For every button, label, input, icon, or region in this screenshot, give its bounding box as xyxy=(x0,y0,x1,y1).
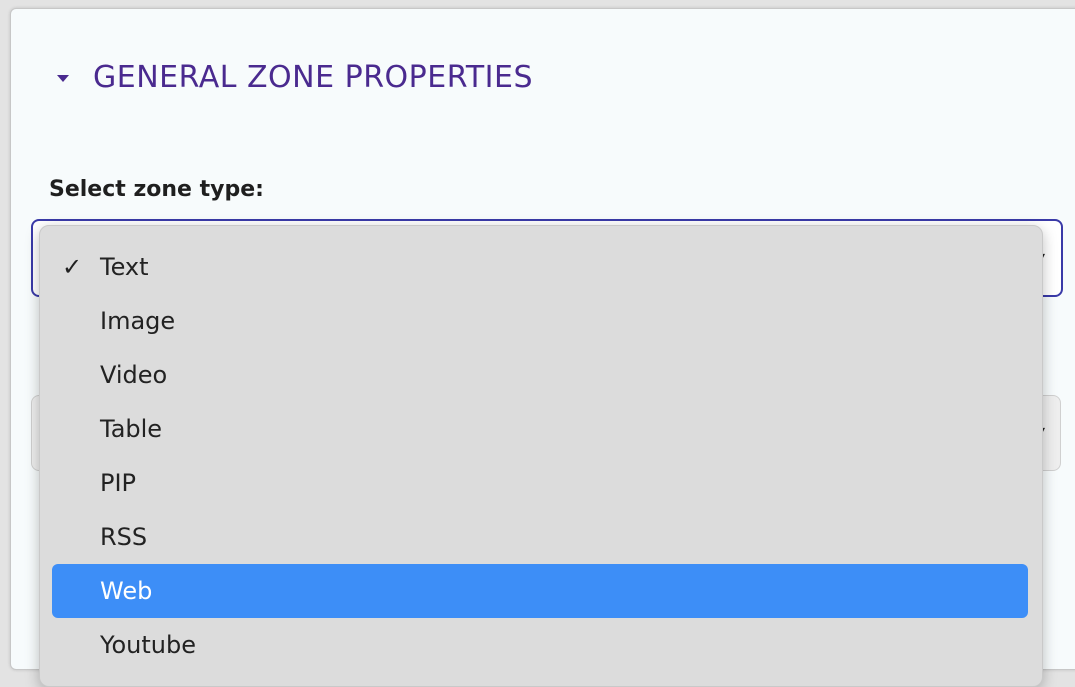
option-image[interactable]: Image xyxy=(52,294,1028,348)
option-label: Video xyxy=(100,361,168,389)
caret-down-icon xyxy=(57,74,69,82)
option-web[interactable]: Web xyxy=(52,564,1028,618)
option-rss[interactable]: RSS xyxy=(52,510,1028,564)
option-table[interactable]: Table xyxy=(52,402,1028,456)
option-label: Table xyxy=(100,415,163,443)
section-toggle[interactable]: GENERAL ZONE PROPERTIES xyxy=(57,57,533,97)
option-pip[interactable]: PIP xyxy=(52,456,1028,510)
option-label: Image xyxy=(100,307,176,335)
zone-type-label: Select zone type: xyxy=(49,177,264,202)
option-label: Web xyxy=(100,577,153,605)
zone-properties-panel: GENERAL ZONE PROPERTIES Select zone type… xyxy=(10,8,1075,687)
option-label: Youtube xyxy=(100,631,196,659)
checkmark-icon: ✓ xyxy=(62,253,83,281)
option-label: RSS xyxy=(100,523,148,551)
option-youtube[interactable]: Youtube xyxy=(52,618,1028,672)
option-video[interactable]: Video xyxy=(52,348,1028,402)
option-label: Text xyxy=(100,253,149,281)
option-label: PIP xyxy=(100,469,137,497)
zone-type-dropdown-menu: ✓ Text Image Video Table PIP RSS Web You… xyxy=(39,225,1043,687)
option-text[interactable]: ✓ Text xyxy=(52,240,1028,294)
section-title: GENERAL ZONE PROPERTIES xyxy=(93,59,534,95)
